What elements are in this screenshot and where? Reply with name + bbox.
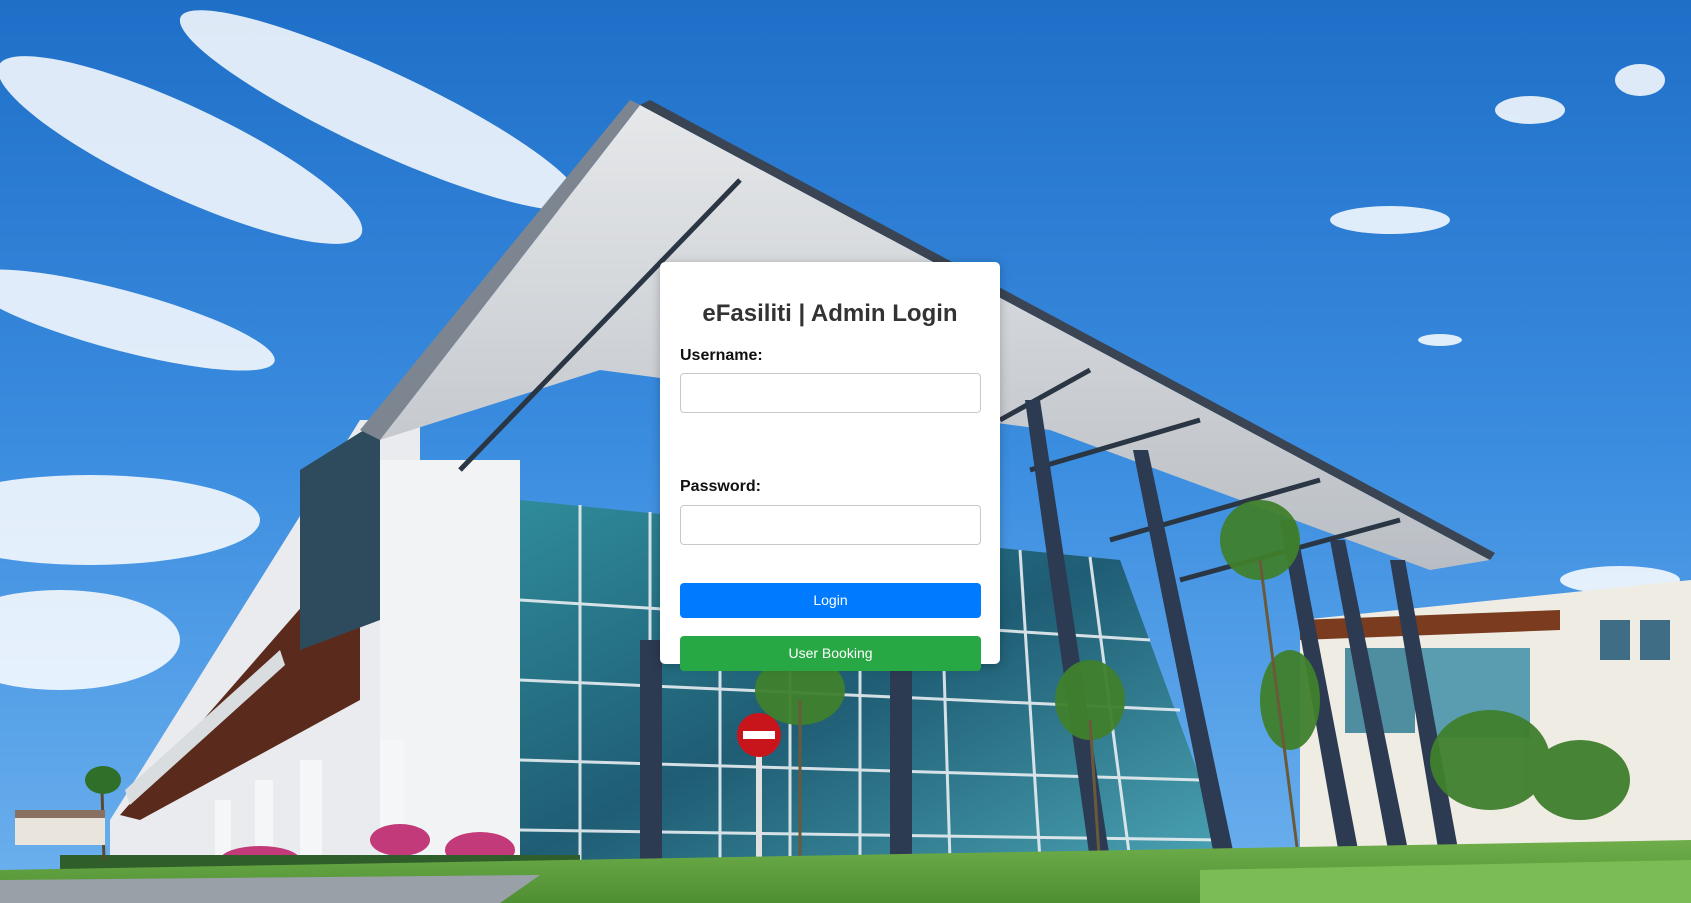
login-title: eFasiliti | Admin Login (702, 300, 958, 327)
login-card: eFasiliti | Admin Login Username: Passwo… (660, 262, 1000, 671)
login-button[interactable]: Login (680, 583, 981, 618)
login-page: eFasiliti | Admin Login Username: Passwo… (0, 0, 1691, 903)
username-label: Username: (680, 347, 763, 364)
user-booking-button[interactable]: User Booking (680, 636, 981, 671)
password-label: Password: (680, 478, 761, 495)
password-input[interactable] (680, 505, 981, 545)
username-input[interactable] (680, 373, 981, 413)
